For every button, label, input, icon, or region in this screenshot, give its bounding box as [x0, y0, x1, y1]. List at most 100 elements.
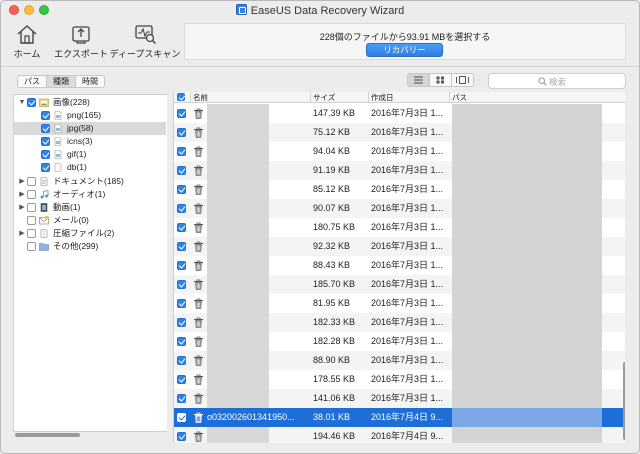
tree-item-audio[interactable]: ▶ オーディオ(1) — [14, 188, 166, 201]
table-row[interactable]: 185.70 KB 2016年7月3日 1... — [174, 275, 625, 294]
table-row[interactable]: 81.95 KB 2016年7月3日 1... — [174, 294, 625, 313]
table-row[interactable]: 88.43 KB 2016年7月3日 1... — [174, 256, 625, 275]
file-created: 2016年7月4日 9... — [371, 412, 444, 422]
recover-button[interactable]: リカバリー — [366, 43, 443, 57]
window-title-area: EaseUS Data Recovery Wizard — [1, 4, 639, 17]
column-header-path[interactable]: パス — [450, 92, 625, 103]
tree-item-video[interactable]: ▶ 動画(1) — [14, 201, 166, 214]
tree-item-other[interactable]: その他(299) — [14, 240, 166, 253]
table-row[interactable]: 141.06 KB 2016年7月3日 1... — [174, 389, 625, 408]
row-checkbox[interactable] — [177, 356, 186, 365]
tree-checkbox[interactable] — [27, 98, 36, 107]
tree-item-db[interactable]: db(1) — [14, 161, 166, 174]
table-row[interactable]: 91.19 KB 2016年7月3日 1... — [174, 161, 625, 180]
table-row[interactable]: o032002601341950... 38.01 KB 2016年7月4日 9..… — [174, 408, 625, 427]
row-checkbox[interactable] — [177, 280, 186, 289]
row-checkbox[interactable] — [177, 242, 186, 251]
column-header-created[interactable]: 作成日 — [369, 92, 450, 103]
tab-type[interactable]: 種類 — [46, 75, 76, 88]
row-checkbox[interactable] — [177, 204, 186, 213]
table-row[interactable]: 94.04 KB 2016年7月3日 1... — [174, 142, 625, 161]
tree-checkbox[interactable] — [27, 203, 36, 212]
file-path-redacted — [452, 351, 602, 370]
file-name-redacted — [207, 256, 269, 275]
file-created: 2016年7月4日 9... — [371, 431, 444, 441]
table-row[interactable]: 182.28 KB 2016年7月3日 1... — [174, 332, 625, 351]
row-checkbox[interactable] — [177, 166, 186, 175]
home-button[interactable]: ホーム — [9, 23, 45, 60]
disclosure-collapsed-icon[interactable]: ▶ — [18, 227, 26, 240]
disclosure-expanded-icon[interactable]: ▼ — [18, 96, 26, 109]
select-all-checkbox[interactable] — [177, 93, 185, 101]
row-checkbox[interactable] — [177, 223, 186, 232]
row-checkbox[interactable] — [177, 432, 186, 441]
tree-checkbox[interactable] — [41, 124, 50, 133]
table-row[interactable]: 180.75 KB 2016年7月3日 1... — [174, 218, 625, 237]
table-row[interactable]: 88.90 KB 2016年7月3日 1... — [174, 351, 625, 370]
disclosure-collapsed-icon[interactable]: ▶ — [18, 201, 26, 214]
row-checkbox[interactable] — [177, 299, 186, 308]
grid-view-icon — [436, 76, 444, 84]
table-row[interactable]: 194.46 KB 2016年7月4日 9... — [174, 427, 625, 443]
file-path-redacted — [452, 370, 602, 389]
tree-item-png[interactable]: png(165) — [14, 109, 166, 122]
disclosure-collapsed-icon[interactable]: ▶ — [18, 188, 26, 201]
row-checkbox[interactable] — [177, 413, 186, 422]
file-size: 75.12 KB — [313, 127, 351, 137]
search-field[interactable]: 検索 — [488, 73, 626, 89]
file-icon — [54, 124, 62, 133]
file-name-redacted — [207, 142, 269, 161]
tab-path[interactable]: パス — [17, 75, 47, 88]
deleted-file-icon — [194, 127, 203, 138]
tree-item-mail[interactable]: メール(0) — [14, 214, 166, 227]
tree-checkbox[interactable] — [41, 163, 50, 172]
table-row[interactable]: 90.07 KB 2016年7月3日 1... — [174, 199, 625, 218]
deleted-file-icon — [194, 203, 203, 214]
row-checkbox[interactable] — [177, 147, 186, 156]
sidebar-horizontal-scrollbar[interactable] — [15, 433, 80, 437]
row-checkbox[interactable] — [177, 318, 186, 327]
deep-scan-button[interactable]: ディープスキャン — [109, 23, 181, 60]
tree-item-archives[interactable]: ▶ 圧縮ファイル(2) — [14, 227, 166, 240]
tree-checkbox[interactable] — [27, 229, 36, 238]
export-button[interactable]: エクスポート — [53, 23, 109, 60]
tab-time[interactable]: 時間 — [75, 75, 105, 88]
tree-item-images[interactable]: ▼ 画像(228) — [14, 96, 166, 109]
row-checkbox[interactable] — [177, 109, 186, 118]
tree-item-jpg[interactable]: jpg(58) — [14, 122, 166, 135]
row-checkbox[interactable] — [177, 261, 186, 270]
table-row[interactable]: 182.33 KB 2016年7月3日 1... — [174, 313, 625, 332]
row-checkbox[interactable] — [177, 375, 186, 384]
column-header-size[interactable]: サイズ — [311, 92, 369, 103]
grid-view-button[interactable] — [429, 73, 452, 87]
row-checkbox[interactable] — [177, 185, 186, 194]
tree-checkbox[interactable] — [27, 216, 36, 225]
column-header-name[interactable]: 名前 — [191, 92, 311, 103]
table-row[interactable]: 147.39 KB 2016年7月3日 1... — [174, 104, 625, 123]
table-row[interactable]: 85.12 KB 2016年7月3日 1... — [174, 180, 625, 199]
table-row[interactable]: 178.55 KB 2016年7月3日 1... — [174, 370, 625, 389]
tree-checkbox[interactable] — [41, 150, 50, 159]
image-folder-icon — [39, 98, 49, 107]
header-select-all[interactable] — [174, 92, 191, 103]
row-checkbox[interactable] — [177, 394, 186, 403]
tree-checkbox[interactable] — [27, 190, 36, 199]
file-created: 2016年7月3日 1... — [371, 298, 444, 308]
tree-item-icns[interactable]: icns(3) — [14, 135, 166, 148]
tree-item-documents[interactable]: ▶ ドキュメント(185) — [14, 175, 166, 188]
table-row[interactable]: 75.12 KB 2016年7月3日 1... — [174, 123, 625, 142]
preview-view-button[interactable] — [451, 73, 474, 87]
table-vertical-scrollbar[interactable] — [623, 362, 625, 440]
tree-checkbox[interactable] — [41, 137, 50, 146]
table-row[interactable]: 92.32 KB 2016年7月3日 1... — [174, 237, 625, 256]
tree-checkbox[interactable] — [27, 177, 36, 186]
list-view-button[interactable] — [407, 73, 430, 87]
tree-item-label: メール(0) — [53, 215, 89, 225]
row-checkbox[interactable] — [177, 337, 186, 346]
file-path-redacted — [452, 237, 602, 256]
tree-checkbox[interactable] — [27, 242, 36, 251]
tree-checkbox[interactable] — [41, 111, 50, 120]
disclosure-collapsed-icon[interactable]: ▶ — [18, 175, 26, 188]
tree-item-gif[interactable]: gif(1) — [14, 148, 166, 161]
row-checkbox[interactable] — [177, 128, 186, 137]
